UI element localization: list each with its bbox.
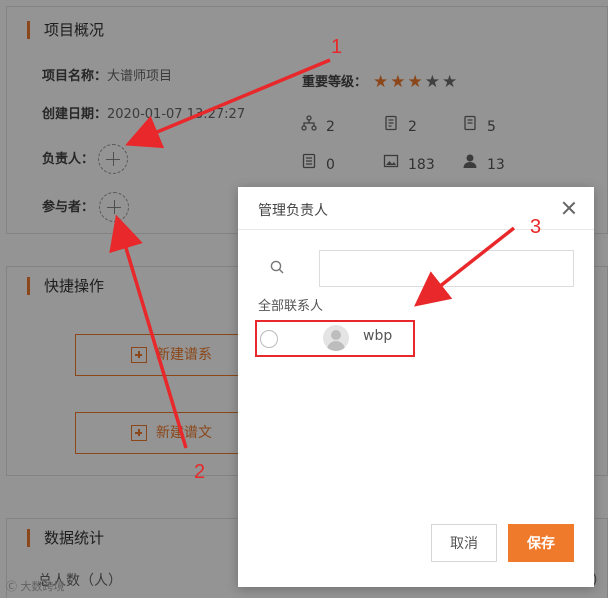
dialog-title: 管理负责人 <box>258 203 328 219</box>
annotation-highlight-box <box>255 320 415 357</box>
annotation-number-1: 1 <box>331 36 343 58</box>
close-icon[interactable] <box>561 200 577 216</box>
annotation-number-3: 3 <box>530 216 542 238</box>
save-button[interactable]: 保存 <box>508 524 574 562</box>
all-contacts-label: 全部联系人 <box>258 299 324 314</box>
annotation-number-2: 2 <box>194 461 206 483</box>
manage-owner-dialog: 管理负责人 全部联系人 wbp 取消 保存 <box>238 187 594 587</box>
contact-search-input[interactable] <box>319 250 574 287</box>
cancel-button[interactable]: 取消 <box>431 524 497 562</box>
search-icon <box>270 260 284 274</box>
